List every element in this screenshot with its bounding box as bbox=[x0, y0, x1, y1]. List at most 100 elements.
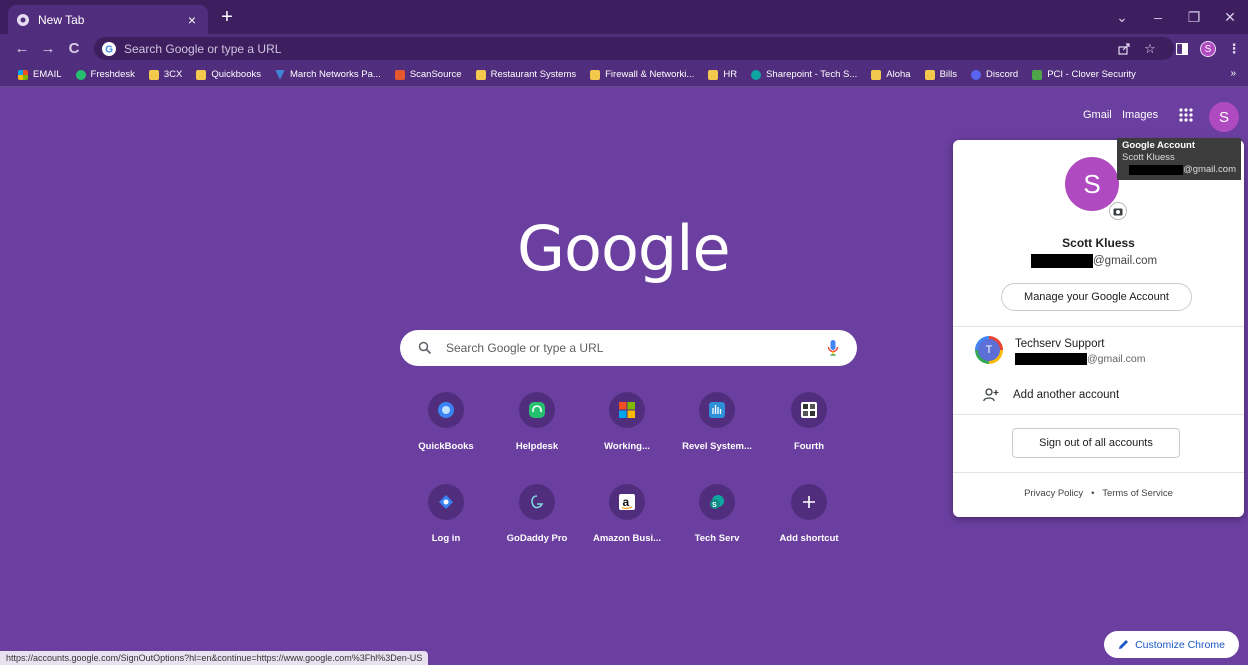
close-window-button[interactable]: ✕ bbox=[1212, 0, 1248, 34]
bookmark-freshdesk[interactable]: Freshdesk bbox=[75, 69, 135, 80]
manage-account-button[interactable]: Manage your Google Account bbox=[1001, 283, 1192, 311]
folder-icon bbox=[871, 69, 882, 80]
bookmark-firewall[interactable]: Firewall & Networki... bbox=[590, 69, 694, 80]
add-account-button[interactable]: Add another account bbox=[983, 388, 1119, 402]
account-email: @gmail.com bbox=[1031, 254, 1157, 268]
redacted-email-local bbox=[1015, 353, 1087, 365]
shortcut-log-in[interactable]: Log in bbox=[401, 484, 491, 544]
microsoft-icon bbox=[619, 402, 635, 418]
folder-icon bbox=[924, 69, 935, 80]
search-placeholder: Search Google or type a URL bbox=[446, 341, 604, 355]
share-icon[interactable] bbox=[1114, 39, 1134, 59]
shortcut-revel-systems[interactable]: Revel System... bbox=[672, 392, 762, 452]
footer-separator: • bbox=[1091, 488, 1095, 499]
bookmark-star-icon[interactable]: ☆ bbox=[1140, 39, 1160, 59]
terms-of-service-link[interactable]: Terms of Service bbox=[1102, 488, 1173, 499]
images-link[interactable]: Images bbox=[1122, 109, 1158, 121]
bookmark-hr[interactable]: HR bbox=[708, 69, 737, 80]
shortcut-quickbooks[interactable]: QuickBooks bbox=[401, 392, 491, 452]
other-account-name[interactable]: Techserv Support bbox=[1015, 338, 1105, 350]
camera-icon[interactable] bbox=[1109, 202, 1127, 220]
bookmark-bills[interactable]: Bills bbox=[924, 69, 957, 80]
bookmark-aloha[interactable]: Aloha bbox=[871, 69, 911, 80]
scansource-icon bbox=[394, 69, 405, 80]
quickbooks-icon bbox=[438, 402, 454, 418]
bookmark-sharepoint[interactable]: Sharepoint - Tech S... bbox=[751, 69, 857, 80]
bookmark-pci-clover[interactable]: PCI - Clover Security bbox=[1032, 69, 1136, 80]
bookmark-email[interactable]: EMAIL bbox=[18, 69, 62, 80]
minimize-button[interactable]: – bbox=[1140, 0, 1176, 34]
redacted-email-local bbox=[1031, 254, 1093, 268]
bookmarks-overflow-icon[interactable]: » bbox=[1230, 68, 1236, 79]
discord-icon bbox=[971, 69, 981, 80]
bookmark-quickbooks[interactable]: Quickbooks bbox=[196, 69, 261, 80]
divider bbox=[953, 326, 1244, 327]
popup-footer: Privacy Policy • Terms of Service bbox=[953, 488, 1244, 499]
restore-button[interactable]: ❐ bbox=[1176, 0, 1212, 34]
sign-out-all-button[interactable]: Sign out of all accounts bbox=[1012, 428, 1180, 458]
bookmark-march-networks[interactable]: March Networks Pa... bbox=[275, 69, 381, 80]
sharepoint-icon: S bbox=[710, 495, 724, 509]
helpdesk-icon bbox=[529, 402, 545, 418]
shortcut-fourth[interactable]: Fourth bbox=[764, 392, 854, 452]
folder-icon bbox=[590, 69, 601, 80]
privacy-policy-link[interactable]: Privacy Policy bbox=[1024, 488, 1083, 499]
menu-kebab-icon[interactable]: ⋮ bbox=[1224, 39, 1244, 59]
pencil-icon bbox=[1119, 640, 1129, 649]
freshdesk-icon bbox=[75, 69, 86, 80]
google-logo: Google bbox=[517, 212, 731, 285]
shortcut-working[interactable]: Working... bbox=[582, 392, 672, 452]
other-account-email: @gmail.com bbox=[1015, 353, 1146, 365]
march-networks-icon bbox=[275, 69, 285, 80]
chrome-icon bbox=[17, 13, 29, 26]
google-apps-icon[interactable] bbox=[1177, 106, 1195, 124]
shortcut-helpdesk[interactable]: Helpdesk bbox=[492, 392, 582, 452]
account-name: Scott Kluess bbox=[1062, 236, 1135, 250]
folder-icon bbox=[475, 69, 486, 80]
tab-strip: New Tab × + ⌄ – ❐ ✕ bbox=[0, 0, 1248, 34]
google-g-icon: G bbox=[102, 41, 116, 56]
bookmark-scansource[interactable]: ScanSource bbox=[394, 69, 462, 80]
back-button[interactable]: ← bbox=[12, 38, 32, 58]
address-bar[interactable]: G Search Google or type a URL bbox=[94, 37, 1174, 60]
clover-icon bbox=[1032, 69, 1043, 80]
sharepoint-icon bbox=[751, 69, 762, 80]
profile-button[interactable]: S bbox=[1198, 39, 1218, 59]
svg-text:a: a bbox=[623, 495, 630, 509]
tab-search-icon[interactable]: ⌄ bbox=[1104, 0, 1140, 34]
svg-text:S: S bbox=[712, 502, 717, 509]
bookmark-discord[interactable]: Discord bbox=[971, 69, 1018, 80]
bookmark-restaurant-systems[interactable]: Restaurant Systems bbox=[475, 69, 576, 80]
folder-icon bbox=[148, 69, 159, 80]
bookmark-3cx[interactable]: 3CX bbox=[148, 69, 182, 80]
other-account-avatar[interactable]: T bbox=[975, 336, 1003, 364]
microsoft-icon bbox=[18, 69, 28, 80]
google-account-avatar[interactable]: S bbox=[1209, 102, 1239, 132]
login-icon bbox=[439, 495, 453, 509]
search-icon bbox=[418, 341, 432, 355]
gmail-link[interactable]: Gmail bbox=[1083, 109, 1112, 121]
shortcut-tech-serv[interactable]: S Tech Serv bbox=[672, 484, 762, 544]
fourth-icon bbox=[801, 402, 817, 418]
godaddy-icon bbox=[531, 495, 544, 509]
add-person-icon bbox=[983, 388, 999, 402]
account-avatar-large[interactable]: S bbox=[1065, 157, 1119, 211]
add-shortcut-button[interactable]: Add shortcut bbox=[764, 484, 854, 544]
tab-new-tab[interactable]: New Tab × bbox=[8, 5, 208, 34]
side-panel-icon[interactable] bbox=[1172, 39, 1192, 59]
new-tab-button[interactable]: + bbox=[216, 7, 238, 27]
microphone-icon[interactable] bbox=[827, 339, 839, 357]
redacted-email-local bbox=[1129, 165, 1184, 175]
shortcut-godaddy-pro[interactable]: GoDaddy Pro bbox=[492, 484, 582, 544]
reload-button[interactable]: C bbox=[64, 38, 84, 58]
tab-close-icon[interactable]: × bbox=[184, 12, 200, 28]
shortcut-amazon-business[interactable]: a Amazon Busi... bbox=[582, 484, 672, 544]
amazon-icon: a bbox=[619, 494, 635, 510]
search-input[interactable]: Search Google or type a URL bbox=[400, 330, 857, 366]
folder-icon bbox=[196, 69, 207, 80]
status-bar-url: https://accounts.google.com/SignOutOptio… bbox=[0, 651, 429, 665]
divider bbox=[953, 414, 1244, 415]
forward-button[interactable]: → bbox=[38, 38, 58, 58]
customize-chrome-button[interactable]: Customize Chrome bbox=[1104, 631, 1239, 658]
toolbar: ← → C G Search Google or type a URL ☆ S … bbox=[0, 34, 1248, 63]
